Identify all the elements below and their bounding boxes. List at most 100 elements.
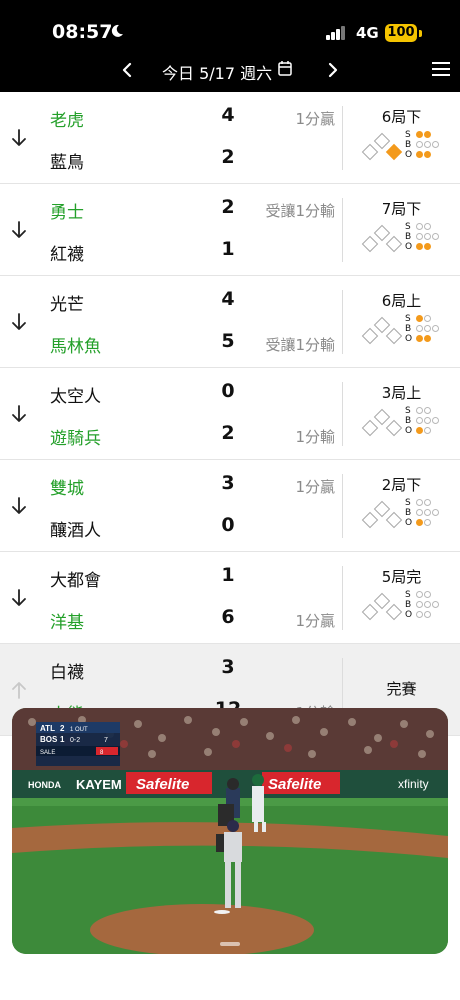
previous-day-button[interactable]	[116, 58, 138, 82]
away-team-name: 白襪	[50, 663, 84, 683]
first-base	[385, 143, 403, 161]
home-line-result: 1分贏	[295, 612, 335, 630]
pip-handle[interactable]	[220, 942, 240, 946]
count-row-o: O	[405, 242, 445, 252]
count-dot-empty	[432, 233, 439, 240]
count-dot-filled	[416, 315, 423, 322]
away-score: 1	[221, 564, 235, 586]
count-dot-empty	[424, 223, 431, 230]
count-row-o: O	[405, 334, 445, 344]
game-row[interactable]: 老虎 4 1分贏 藍鳥 2 6局下 S B O	[0, 92, 460, 184]
count-dot-empty	[416, 591, 423, 598]
scorebug-pitcher: SALE	[40, 750, 55, 756]
calendar-icon[interactable]	[278, 60, 292, 76]
first-base	[385, 511, 403, 529]
ball-strike-out-count: SBO	[405, 130, 445, 160]
scorebug-inning: 7	[104, 737, 108, 744]
game-row[interactable]: 雙城 3 1分贏 釀酒人 0 2局下 S B O	[0, 460, 460, 552]
ball-strike-out-count: SBO	[405, 498, 445, 528]
count-dot-empty	[432, 509, 439, 516]
count-dot-filled	[416, 151, 423, 158]
network-type: 4G	[356, 24, 379, 42]
date-label[interactable]: 今日 5/17 週六	[162, 60, 272, 84]
arrow-down-icon[interactable]	[10, 220, 28, 240]
cellular-signal-icon	[326, 26, 346, 40]
inning-status: 6局下	[381, 108, 422, 126]
home-score: 0	[221, 514, 235, 536]
count-dot-filled	[416, 335, 423, 342]
arrow-down-icon[interactable]	[10, 680, 28, 700]
first-base	[385, 235, 403, 253]
count-dot-filled	[416, 243, 423, 250]
count-dot-empty	[416, 611, 423, 618]
video-pip-player[interactable]: HONDA KAYEM Safelite Safelite xfinity AT…	[12, 708, 448, 954]
inning-status: 7局下	[381, 200, 422, 218]
inning-status: 完賽	[386, 680, 417, 698]
arrow-down-icon[interactable]	[10, 404, 28, 424]
scorebug-outs: 1 OUT	[70, 727, 88, 733]
count-dot-empty	[424, 315, 431, 322]
arrow-down-icon[interactable]	[10, 588, 28, 608]
screen: 08:57 4G 100 今日 5/17 週六 老虎 4 1分贏 藍鳥 2 6局…	[0, 0, 460, 1000]
first-base	[385, 419, 403, 437]
date-nav-bar: 今日 5/17 週六	[0, 56, 460, 92]
home-score: 6	[221, 606, 235, 628]
count-dot-empty	[424, 417, 431, 424]
second-base	[373, 316, 391, 334]
scorebug-home-runs: 1	[60, 735, 65, 744]
away-team-name: 勇士	[50, 203, 84, 223]
count-dot-empty	[416, 509, 423, 516]
home-indicator[interactable]	[148, 986, 312, 991]
home-team-name: 釀酒人	[50, 521, 101, 541]
home-score: 2	[221, 422, 235, 444]
game-row[interactable]: 勇士 2 受讓1分輸 紅襪 1 7局下 S B O	[0, 184, 460, 276]
count-label-b: B	[405, 600, 412, 610]
arrow-down-icon[interactable]	[10, 496, 28, 516]
game-row[interactable]: 光芒 4 馬林魚 5 受讓1分輸 6局上 S B O	[0, 276, 460, 368]
hamburger-menu-icon[interactable]	[432, 62, 450, 76]
count-label-b: B	[405, 508, 412, 518]
scorebug-home-team: BOS	[40, 735, 58, 744]
count-dot-empty	[424, 407, 431, 414]
home-team-name: 紅襪	[50, 245, 84, 265]
game-row[interactable]: 太空人 0 遊騎兵 2 1分輸 3局上 S B O	[0, 368, 460, 460]
next-day-button[interactable]	[322, 58, 344, 82]
count-dot-empty	[416, 325, 423, 332]
count-dot-empty	[424, 427, 431, 434]
count-label-s: S	[405, 498, 411, 508]
count-row-b: B	[405, 140, 445, 150]
chevron-right-icon	[328, 62, 338, 78]
inning-status: 5局完	[381, 568, 422, 586]
third-base	[361, 419, 379, 437]
third-base	[361, 143, 379, 161]
ball-strike-out-count: SBO	[405, 406, 445, 436]
count-dot-filled	[416, 519, 423, 526]
game-row[interactable]: 大都會 1 洋基 6 1分贏 5局完 S B O	[0, 552, 460, 644]
bases-diamond-icon	[361, 500, 403, 529]
arrow-down-icon[interactable]	[10, 128, 28, 148]
count-label-o: O	[405, 150, 413, 160]
count-label-o: O	[405, 426, 413, 436]
count-label-b: B	[405, 416, 412, 426]
chevron-left-icon	[122, 62, 132, 78]
away-score: 0	[221, 380, 235, 402]
count-dot-empty	[424, 499, 431, 506]
third-base	[361, 511, 379, 529]
second-base	[373, 408, 391, 426]
inning-status: 2局下	[381, 476, 422, 494]
count-row-o: O	[405, 150, 445, 160]
count-dot-filled	[416, 427, 423, 434]
count-label-s: S	[405, 222, 411, 232]
count-dot-empty	[416, 417, 423, 424]
ad-kayem: KAYEM	[76, 777, 122, 792]
ball-strike-out-count: SBO	[405, 222, 445, 252]
count-row-o: O	[405, 426, 445, 436]
arrow-down-icon[interactable]	[10, 312, 28, 332]
count-row-b: B	[405, 324, 445, 334]
count-dot-empty	[416, 233, 423, 240]
count-row-s: S	[405, 590, 445, 600]
away-team-name: 大都會	[50, 571, 101, 591]
count-dot-empty	[416, 407, 423, 414]
second-base	[373, 132, 391, 150]
away-team-name: 光芒	[50, 295, 84, 315]
